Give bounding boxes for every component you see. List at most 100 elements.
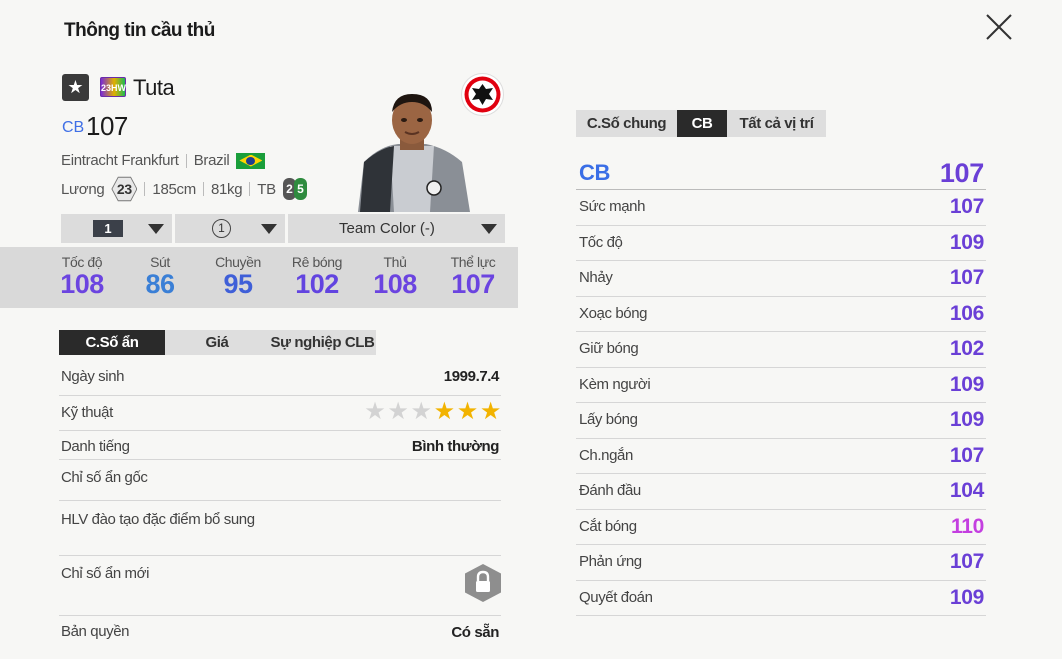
stat-label: Rê bóng — [291, 254, 343, 270]
skill-label: Kỹ thuật — [61, 404, 113, 421]
salary-label: Lương — [61, 180, 105, 198]
divider — [202, 182, 204, 196]
stat-value: 95 — [223, 269, 253, 299]
foot-icon: 2 5 — [282, 178, 307, 200]
stat-value: 109 — [949, 372, 984, 396]
player-position: CB — [62, 119, 85, 136]
divider — [144, 182, 146, 196]
detail-tabs: C.Số ẩn Giá Sự nghiệp CLB — [59, 330, 376, 355]
team-level-select[interactable]: 1 — [175, 214, 285, 243]
skill-stars: ★ ★ ★ ★ ★ ★ — [364, 400, 501, 424]
stat-value: 107 — [451, 269, 495, 299]
position-stat-row: Lấy bóng 109 — [576, 403, 986, 439]
stat-label: Tốc độ — [61, 254, 103, 270]
player-overall: 107 — [86, 111, 128, 141]
stat-value: 107 — [949, 195, 984, 218]
star-filled-icon: ★ — [456, 398, 479, 425]
page-title: Thông tin cầu thủ — [64, 20, 215, 41]
position-stat-row: Đánh đầu 104 — [576, 474, 986, 510]
tab-all-positions[interactable]: Tất cả vị trí — [727, 110, 826, 137]
position-stat-row: Phản ứng 107 — [576, 545, 986, 581]
club-crest-icon — [461, 73, 504, 116]
tab-price[interactable]: Giá — [165, 330, 269, 355]
level-value: 1 — [93, 220, 123, 237]
position-label: CB — [579, 160, 610, 185]
close-icon — [986, 14, 1012, 40]
stat-label: Quyết đoán — [579, 588, 653, 606]
stat-label: Xoạc bóng — [579, 304, 648, 322]
close-button[interactable] — [984, 12, 1014, 42]
license-value: Có sẵn — [451, 624, 499, 641]
star-empty-icon: ★ — [410, 398, 433, 425]
chevron-down-icon — [481, 224, 497, 234]
position-overall-row: CB 107 — [576, 157, 986, 190]
stat-label: Ch.ngắn — [579, 446, 633, 464]
selector-row: 1 1 Team Color (-) — [61, 214, 505, 243]
position-tabs: C.Số chung CB Tất cả vị trí — [576, 110, 826, 137]
stat-value: 107 — [949, 266, 984, 289]
stat-value: 109 — [949, 585, 984, 609]
stat-passing: Chuyền 95 — [203, 254, 273, 300]
stat-label: Kèm người — [579, 375, 651, 393]
original-traits-row: Chỉ số ẩn gốc — [59, 460, 501, 501]
position-stat-row: Ch.ngắn 107 — [576, 439, 986, 474]
reputation-value: Bình thường — [411, 438, 500, 455]
stat-shooting: Sút 86 — [125, 254, 195, 300]
stat-dribbling: Rê bóng 102 — [282, 254, 352, 300]
body-type-value: TB — [257, 180, 276, 198]
stat-value: 109 — [949, 408, 984, 431]
brazil-flag-icon — [236, 152, 266, 169]
tab-hidden-traits[interactable]: C.Số ẩn — [59, 330, 165, 355]
position-stat-row: Giữ bóng 102 — [576, 332, 986, 368]
skill-row: Kỹ thuật ★ ★ ★ ★ ★ ★ — [59, 396, 501, 431]
stat-label: Thủ — [383, 254, 407, 270]
level-select[interactable]: 1 — [61, 214, 172, 243]
stat-physical: Thể lực 107 — [438, 254, 508, 300]
stat-label: Sút — [150, 254, 170, 270]
stat-value: 102 — [295, 269, 339, 299]
stat-label: Tốc độ — [579, 233, 623, 251]
tab-general-stats[interactable]: C.Số chung — [576, 110, 677, 137]
star-filled-icon: ★ — [433, 398, 456, 425]
stat-label: Thể lực — [450, 254, 496, 270]
stat-value: 102 — [949, 337, 984, 360]
strong-foot-value: 5 — [293, 178, 307, 200]
position-stat-row: Xoạc bóng 106 — [576, 297, 986, 332]
star-empty-icon: ★ — [387, 398, 409, 425]
stat-value: 108 — [60, 269, 104, 299]
team-level-value: 1 — [212, 219, 231, 238]
stat-defending: Thủ 108 — [360, 254, 430, 300]
stat-value: 107 — [949, 550, 984, 573]
physical-info-line: Lương 23 185cm 81kg TB 2 5 — [61, 176, 307, 202]
team-color-select[interactable]: Team Color (-) — [288, 214, 505, 243]
tab-cb[interactable]: CB — [677, 110, 727, 137]
stat-value: 110 — [951, 514, 984, 538]
stat-value: 106 — [949, 301, 984, 325]
player-photo — [358, 94, 470, 212]
stat-value: 108 — [373, 269, 417, 299]
license-row: Bản quyền Có sẵn — [59, 616, 501, 648]
stat-label: Đánh đầu — [579, 482, 641, 499]
reputation-row: Danh tiếng Bình thường — [59, 431, 501, 460]
star-filled-icon: ★ — [479, 398, 502, 425]
favorite-star-icon[interactable]: ★ — [62, 74, 89, 101]
position-stat-row: Kèm người 109 — [576, 368, 986, 403]
club-name: Eintracht Frankfurt — [61, 152, 179, 169]
stat-value: 107 — [949, 443, 984, 467]
stat-label: Sức mạnh — [579, 198, 646, 215]
tab-club-career[interactable]: Sự nghiệp CLB — [269, 330, 376, 355]
team-color-value: Team Color (-) — [339, 220, 435, 237]
lock-icon[interactable] — [465, 564, 501, 602]
reputation-label: Danh tiếng — [61, 438, 130, 455]
original-traits-label: Chỉ số ẩn gốc — [61, 469, 148, 486]
position-stat-row: Sức mạnh 107 — [576, 190, 986, 226]
height-value: 185cm — [152, 180, 196, 198]
position-stat-row: Cắt bóng 110 — [576, 510, 986, 545]
coach-traits-row: HLV đào tạo đặc điểm bổ sung — [59, 501, 501, 556]
chevron-down-icon — [261, 224, 277, 234]
new-traits-label: Chỉ số ẩn mới — [61, 565, 150, 582]
summary-stats: Tốc độ 108 Sút 86 Chuyền 95 Rê bóng 102 … — [0, 247, 518, 308]
license-label: Bản quyền — [61, 623, 130, 640]
new-traits-row: Chỉ số ẩn mới — [59, 556, 501, 616]
star-empty-icon: ★ — [364, 398, 386, 425]
